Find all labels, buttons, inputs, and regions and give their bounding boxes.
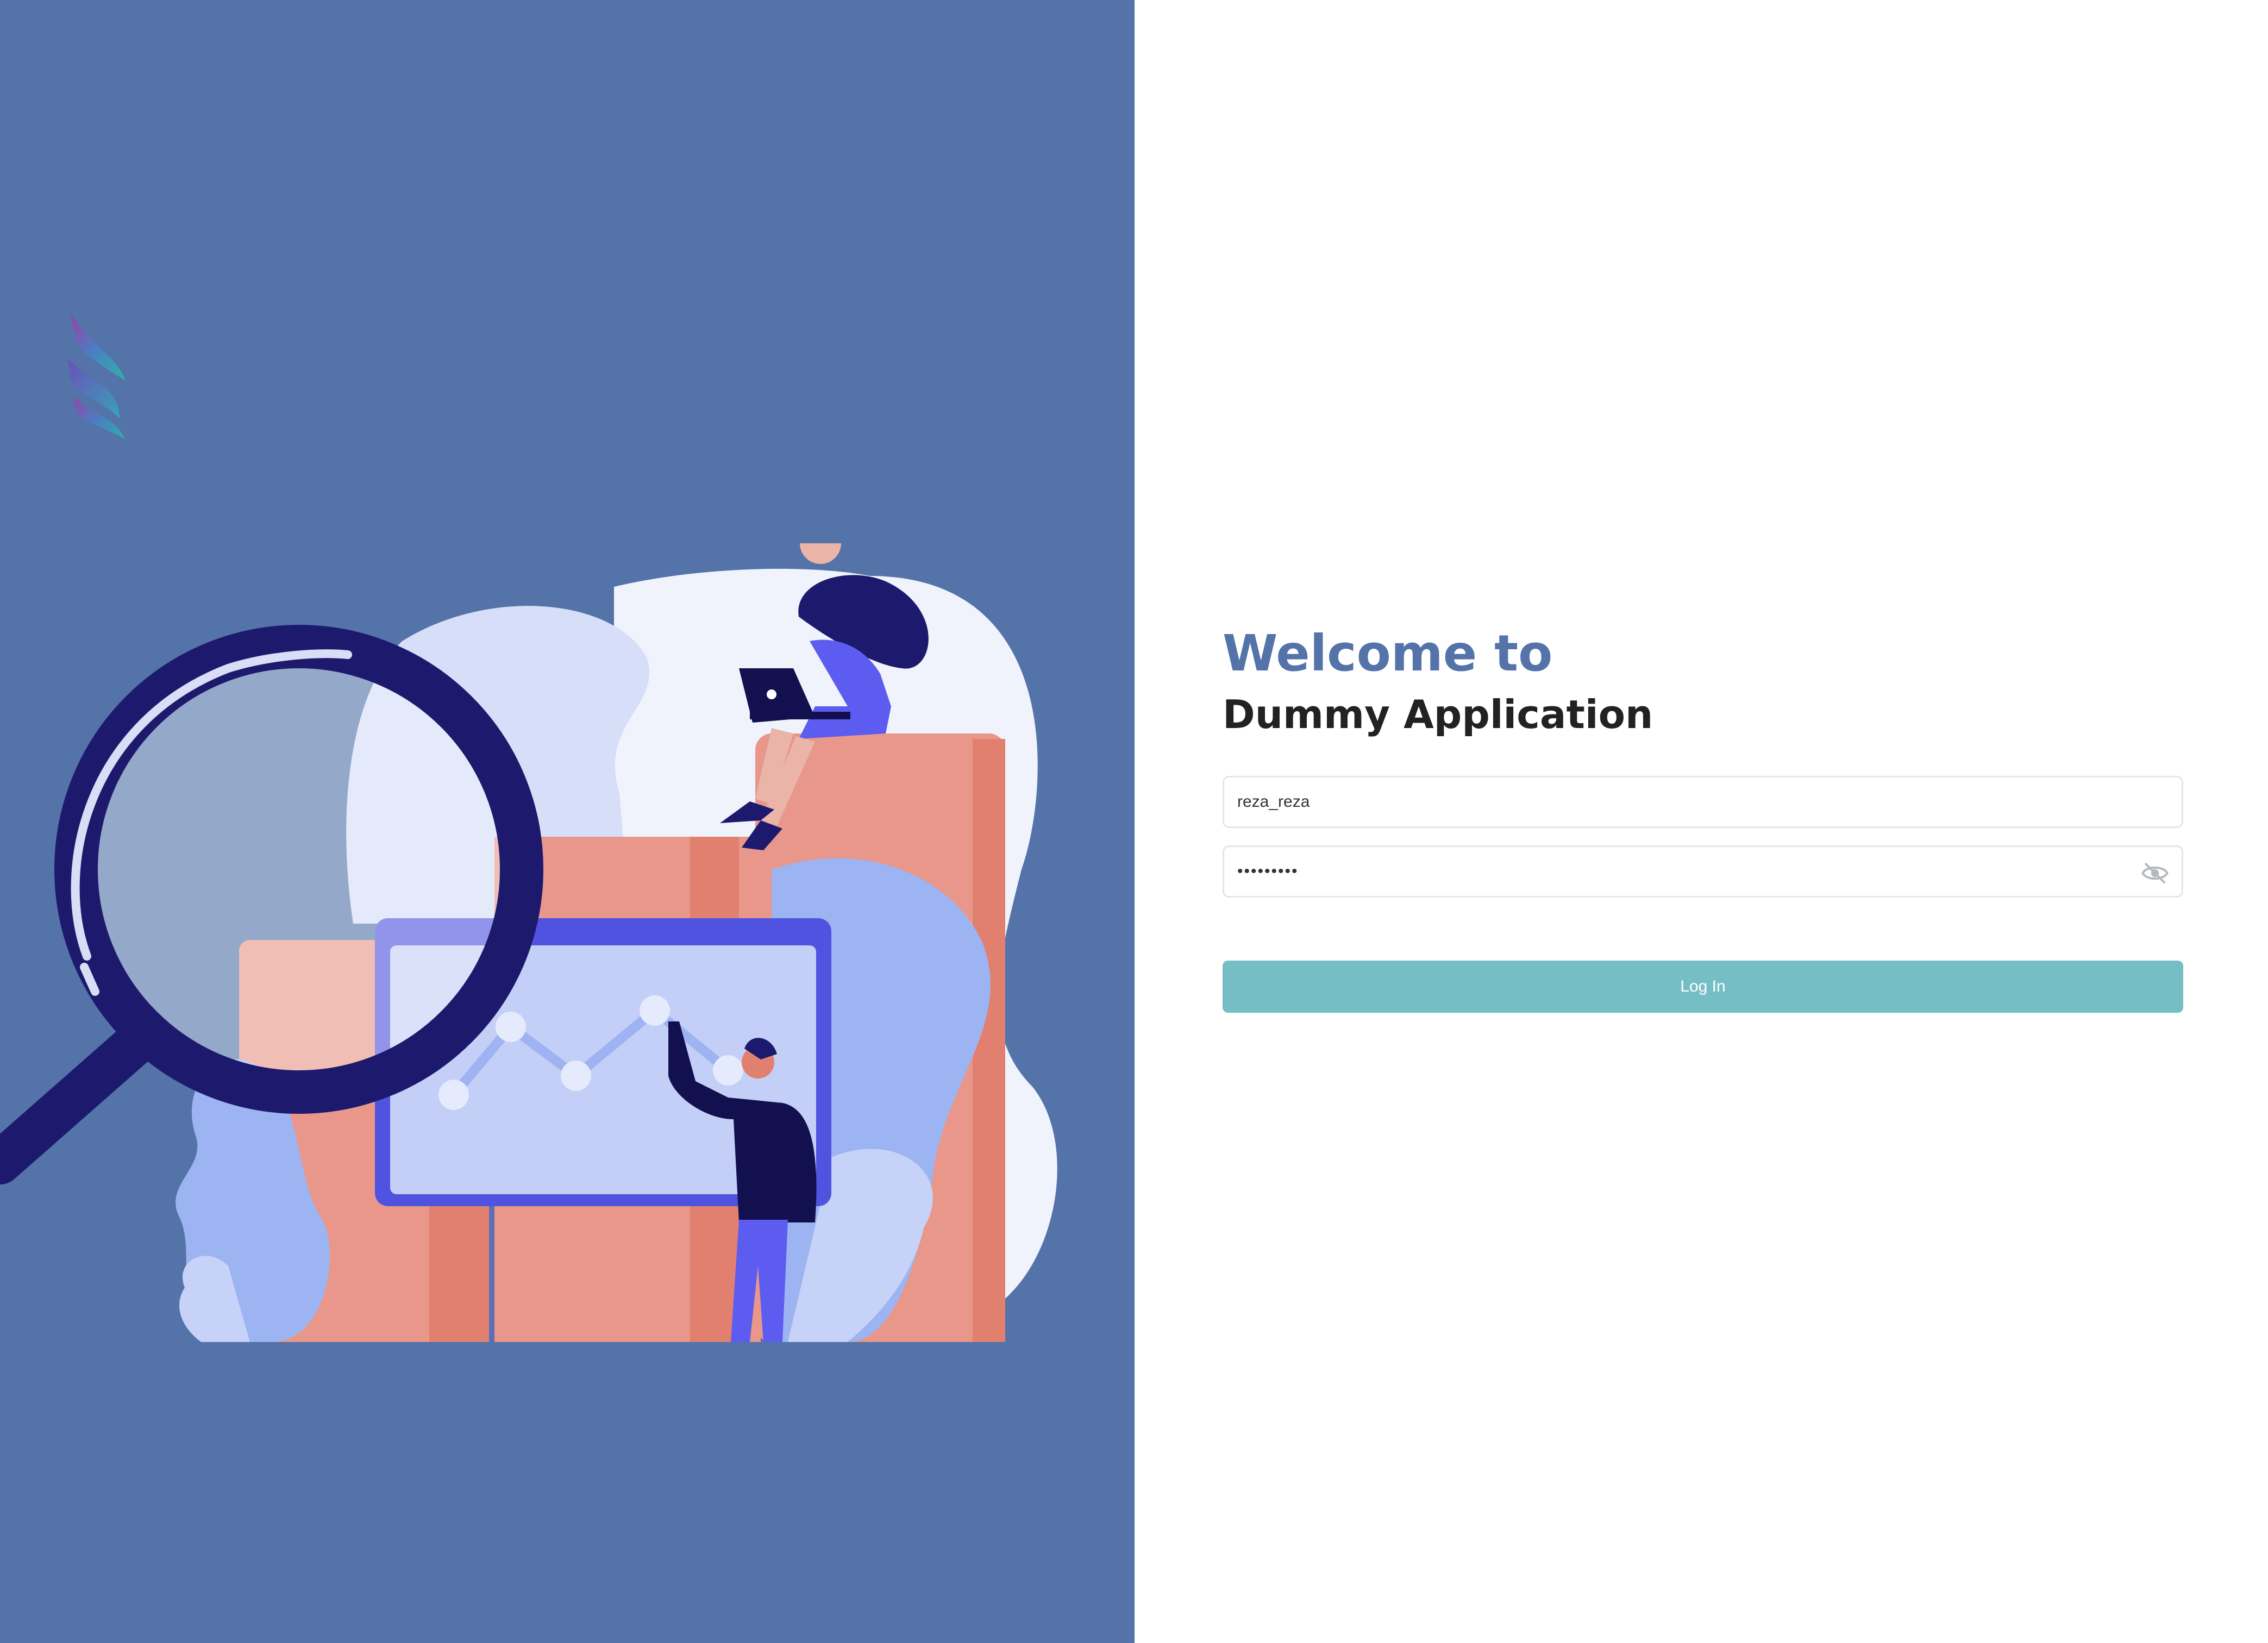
- eye-slash-icon[interactable]: [2140, 858, 2170, 888]
- username-field: [1223, 776, 2183, 828]
- username-input[interactable]: [1224, 777, 2182, 826]
- welcome-heading: Welcome to: [1223, 624, 1553, 682]
- password-input[interactable]: [1224, 847, 2182, 896]
- login-button[interactable]: Log In: [1223, 961, 2183, 1013]
- brand-logo: [68, 312, 125, 439]
- analytics-illustration: [0, 543, 1057, 1342]
- password-field: [1223, 845, 2183, 898]
- login-panel: Welcome to Dummy Application Log In: [1135, 0, 2268, 1643]
- illustration-panel: [0, 0, 1135, 1643]
- app-name-heading: Dummy Application: [1223, 692, 1653, 737]
